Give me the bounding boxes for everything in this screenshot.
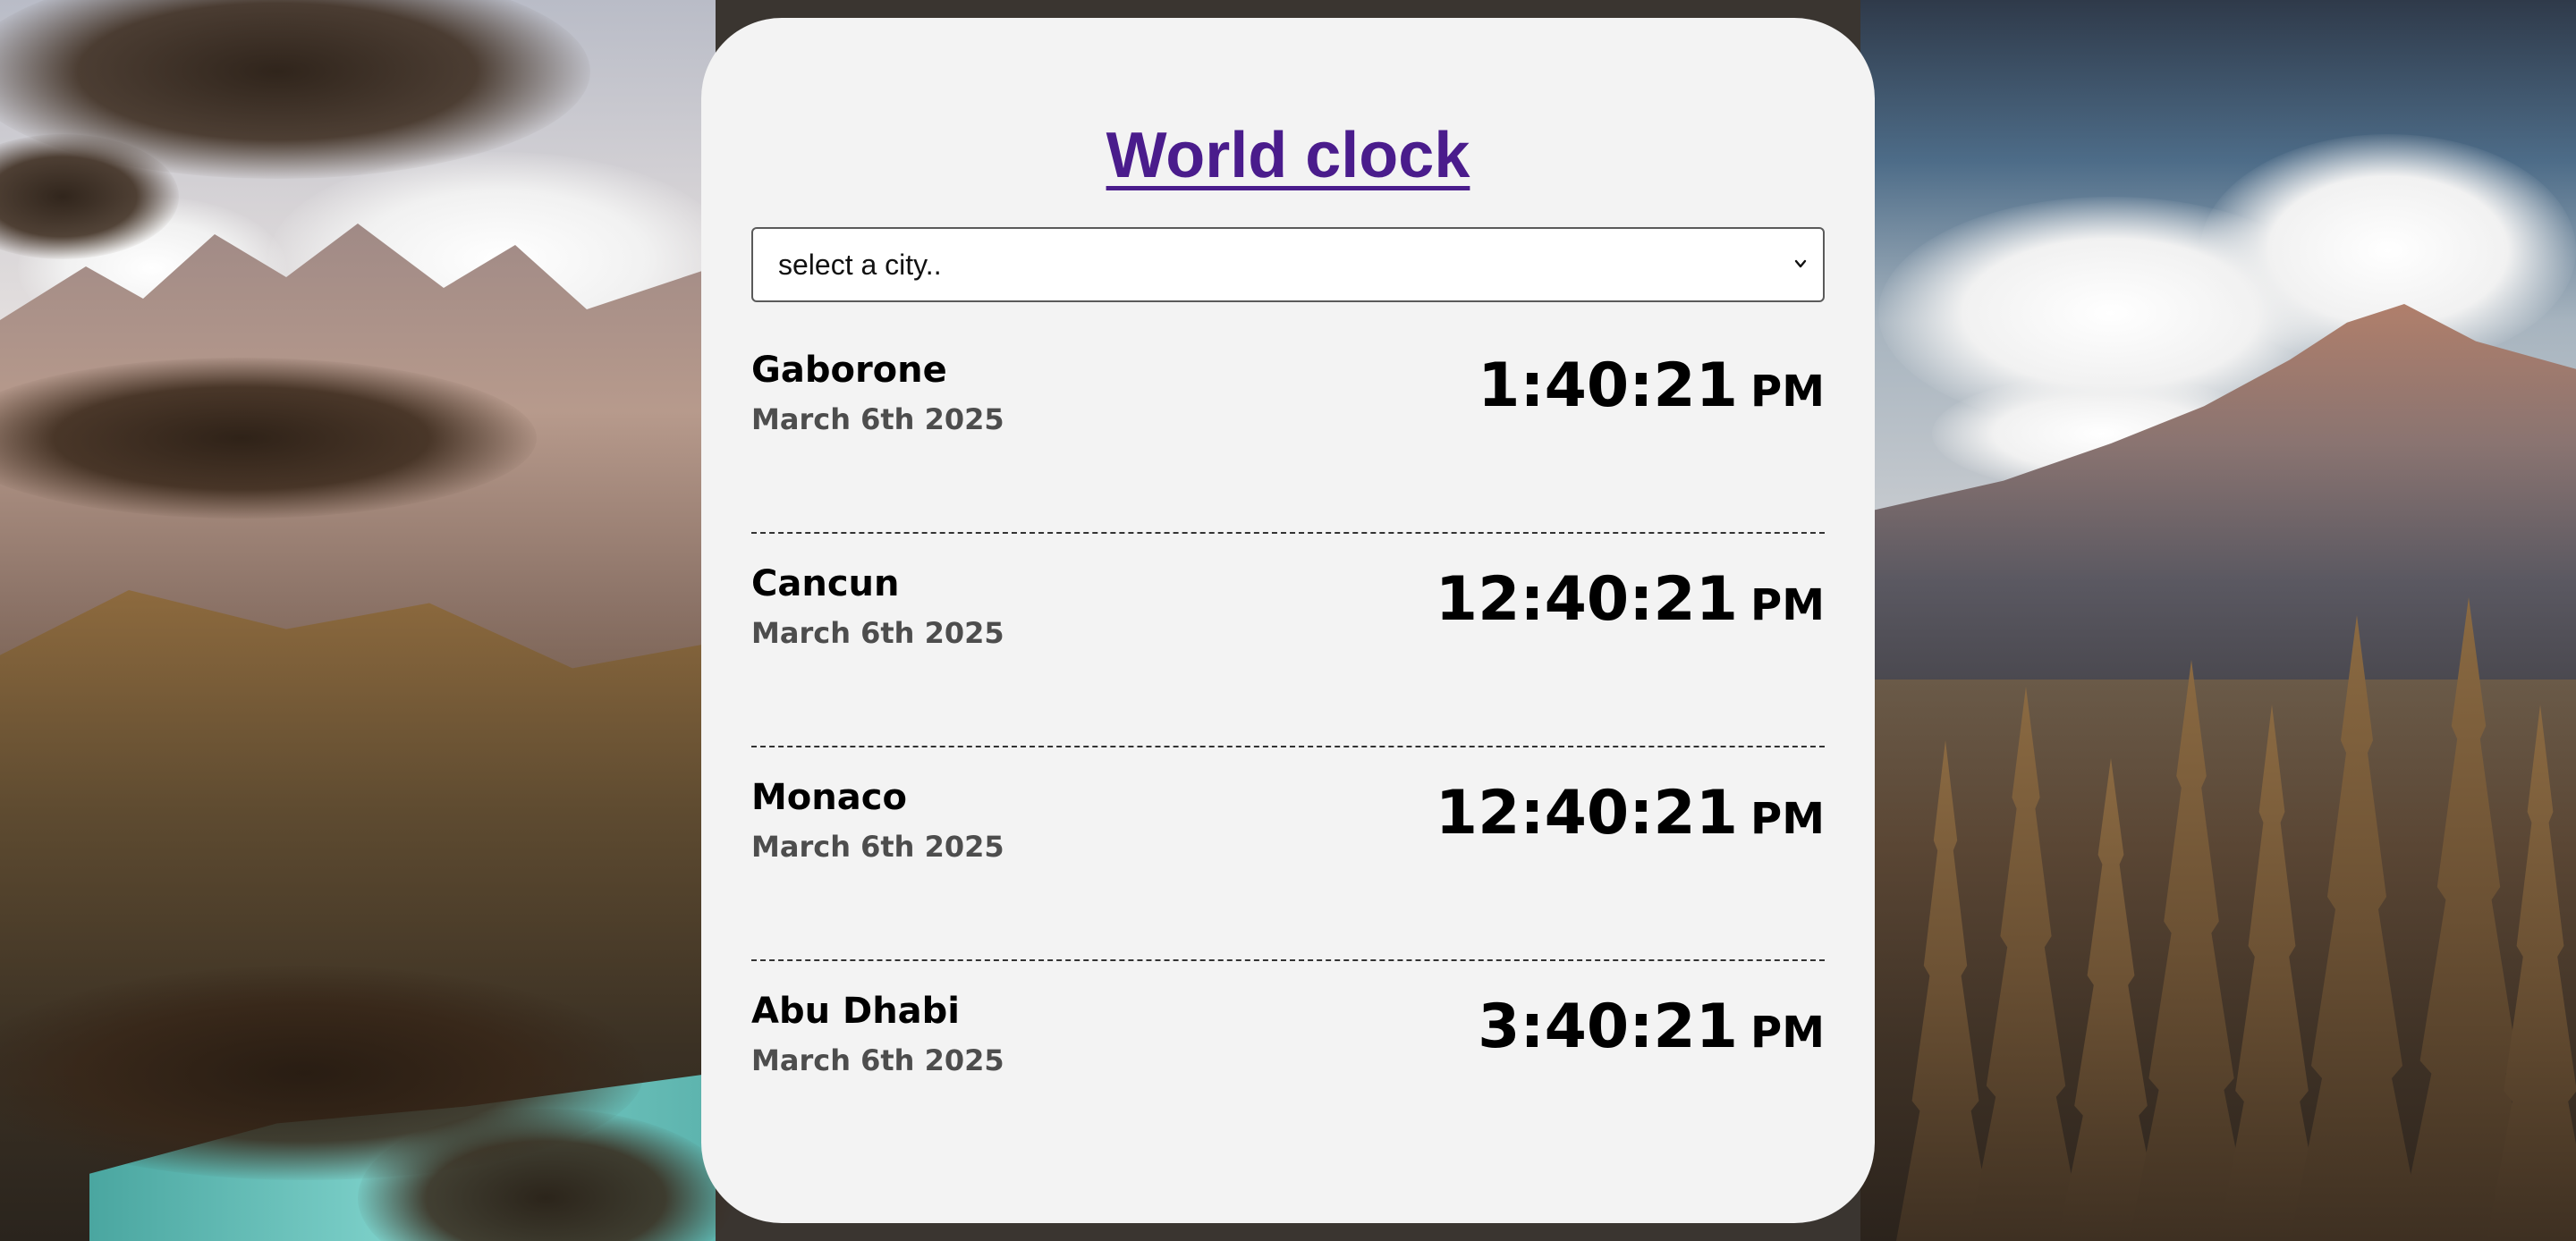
city-time: 3:40:21 PM bbox=[1478, 997, 1825, 1058]
city-row: Gaborone March 6th 2025 1:40:21 PM bbox=[751, 320, 1825, 534]
city-time-value: 3:40:21 bbox=[1478, 992, 1739, 1062]
city-time: 12:40:21 PM bbox=[1436, 570, 1825, 630]
city-row: Monaco March 6th 2025 12:40:21 PM bbox=[751, 747, 1825, 961]
city-select[interactable]: select a city.. bbox=[751, 227, 1825, 302]
city-time-ampm: PM bbox=[1750, 367, 1825, 417]
city-time: 1:40:21 PM bbox=[1478, 356, 1825, 417]
city-time: 12:40:21 PM bbox=[1436, 783, 1825, 844]
page-title: World clock bbox=[1106, 120, 1470, 191]
city-date: March 6th 2025 bbox=[751, 1043, 1004, 1077]
world-clock-card: World clock select a city.. Gaborone Mar… bbox=[701, 18, 1875, 1223]
city-time-ampm: PM bbox=[1750, 1008, 1825, 1058]
city-time-ampm: PM bbox=[1750, 794, 1825, 844]
city-date: March 6th 2025 bbox=[751, 616, 1004, 650]
city-date: March 6th 2025 bbox=[751, 830, 1004, 864]
city-time-value: 12:40:21 bbox=[1435, 564, 1739, 635]
city-name: Gaborone bbox=[751, 350, 947, 391]
city-name: Cancun bbox=[751, 563, 900, 604]
city-time-value: 1:40:21 bbox=[1478, 350, 1739, 421]
city-name: Abu Dhabi bbox=[751, 991, 961, 1032]
city-row: Abu Dhabi March 6th 2025 3:40:21 PM bbox=[751, 961, 1825, 1175]
chevron-down-icon bbox=[1794, 259, 1807, 268]
city-name: Monaco bbox=[751, 777, 907, 818]
city-time-ampm: PM bbox=[1750, 580, 1825, 630]
city-time-value: 12:40:21 bbox=[1435, 778, 1739, 848]
city-date: March 6th 2025 bbox=[751, 402, 1004, 436]
city-select-value: select a city.. bbox=[778, 249, 942, 281]
city-row: Cancun March 6th 2025 12:40:21 PM bbox=[751, 534, 1825, 747]
